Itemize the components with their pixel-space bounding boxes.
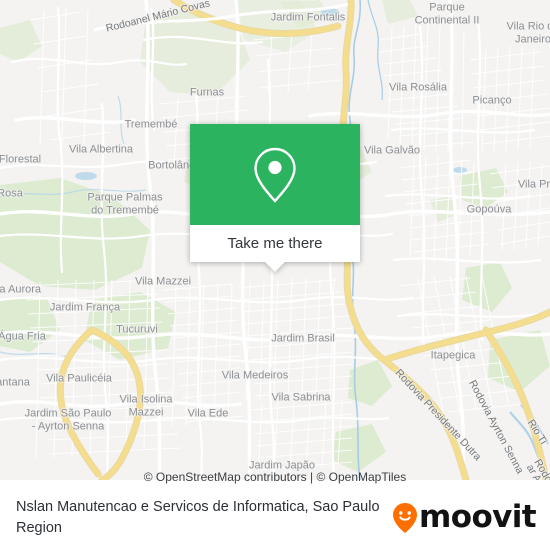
moovit-brand-logo[interactable]: moovit <box>392 499 537 535</box>
take-me-there-button[interactable]: Take me there <box>190 225 360 272</box>
map-attribution: © OpenStreetMap contributors | © OpenMap… <box>143 470 407 484</box>
footer-bar: Nslan Manutencao e Servicos de Informati… <box>0 485 550 550</box>
moovit-wordmark: moovit <box>419 499 537 535</box>
map-screenshot: Rodoanel Mário Covas Jardim Fontalis Parqu… <box>0 0 550 550</box>
page-title: Nslan Manutencao e Servicos de Informati… <box>16 498 380 536</box>
moovit-smiley-pin-icon <box>393 502 418 533</box>
card-pointer-tail <box>264 261 286 272</box>
location-pin-icon <box>254 147 296 203</box>
card-pin-area <box>190 124 360 225</box>
take-me-there-label: Take me there <box>227 235 323 252</box>
destination-card[interactable]: Take me there <box>190 124 360 272</box>
